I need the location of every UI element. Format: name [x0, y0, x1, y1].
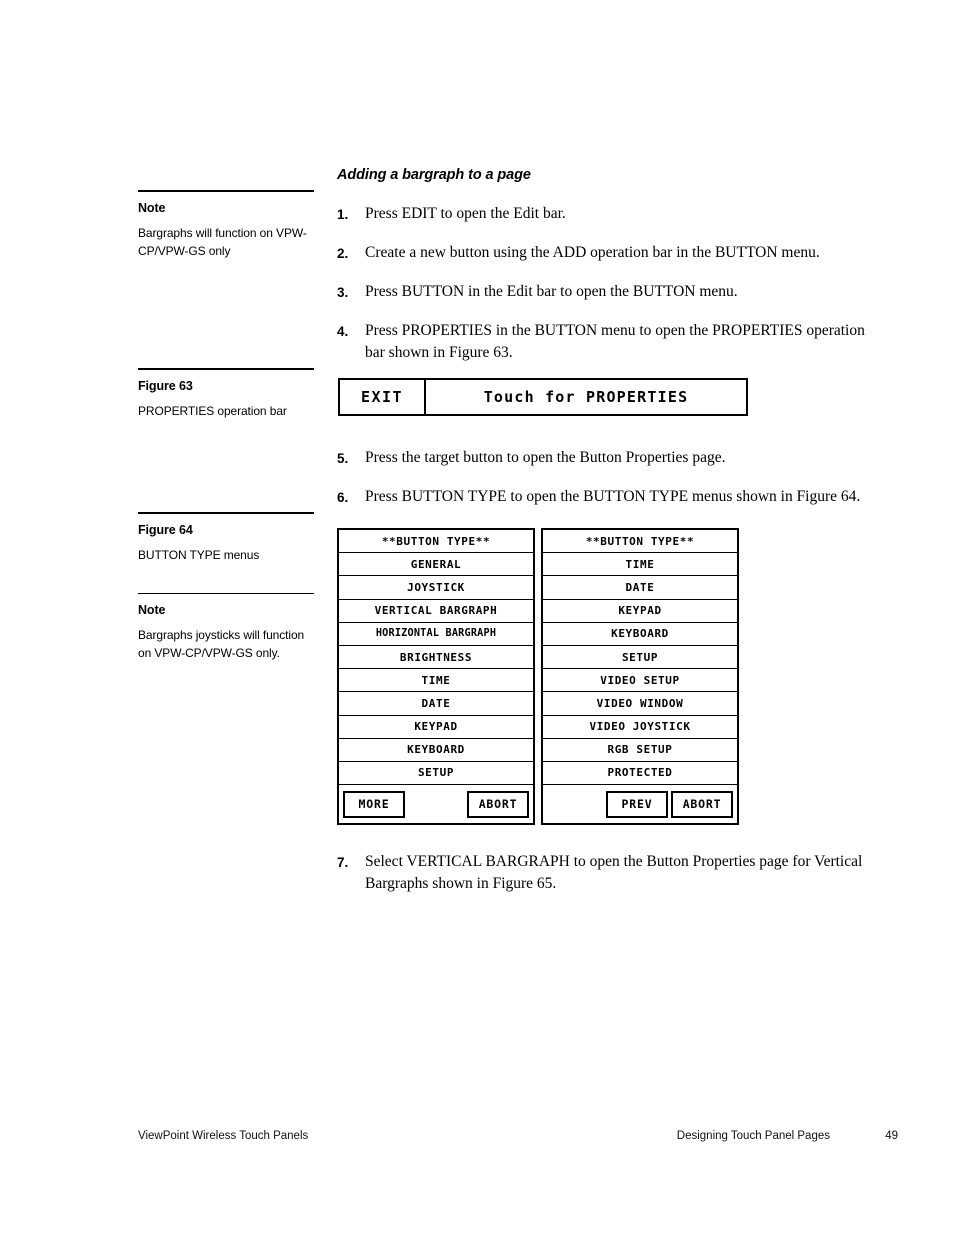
step-text: Press BUTTON TYPE to open the BUTTON TYP…	[365, 488, 861, 505]
step-item: 5. Press the target button to open the B…	[337, 447, 882, 470]
step-number: 4.	[337, 324, 349, 339]
menu-item-setup[interactable]: SETUP	[543, 646, 737, 670]
menu-footer-bar: PREV ABORT	[543, 785, 737, 823]
more-button[interactable]: MORE	[343, 790, 405, 818]
step-item: 4. Press PROPERTIES in the BUTTON menu t…	[337, 320, 882, 364]
menu-item-time[interactable]: TIME	[543, 553, 737, 577]
button-type-menu-page-2: **BUTTON TYPE** TIME DATE KEYPAD KEYBOAR…	[541, 528, 739, 825]
sidebar-note-2: Note Bargraphs joysticks will function o…	[138, 593, 314, 662]
step-number: 5.	[337, 451, 349, 466]
menu-item-vertical-bargraph[interactable]: VERTICAL BARGRAPH	[339, 600, 533, 623]
menu-item-brightness[interactable]: BRIGHTNESS	[339, 646, 533, 670]
prev-button[interactable]: PREV	[606, 790, 668, 818]
menu-item-video-window[interactable]: VIDEO WINDOW	[543, 692, 737, 716]
divider-rule	[138, 512, 314, 514]
section-heading: Adding a bargraph to a page	[337, 167, 531, 183]
footer-chapter-title: Designing Touch Panel Pages	[676, 1130, 830, 1142]
sidebar-figure-63-caption: Figure 63 PROPERTIES operation bar	[138, 368, 314, 421]
note-1-text: Bargraphs will function on VPW-CP/VPW-GS…	[138, 226, 307, 258]
menu-header: **BUTTON TYPE**	[339, 530, 533, 554]
button-type-menu-page-1: **BUTTON TYPE** GENERAL JOYSTICK VERTICA…	[337, 528, 535, 825]
sidebar-figure-64-caption: Figure 64 BUTTON TYPE menus	[138, 512, 314, 565]
page-footer: ViewPoint Wireless Touch Panels Designin…	[138, 1130, 898, 1142]
figure-63-title: Figure 63	[138, 379, 193, 393]
menu-item-protected[interactable]: PROTECTED	[543, 762, 737, 786]
step-number: 1.	[337, 207, 349, 222]
note-2-title: Note	[138, 603, 166, 617]
procedure-step-7: 7. Select VERTICAL BARGRAPH to open the …	[337, 851, 882, 895]
step-text: Press BUTTON in the Edit bar to open the…	[365, 283, 738, 300]
figure-64-title: Figure 64	[138, 523, 193, 537]
procedure-steps-1-4: 1. Press EDIT to open the Edit bar. 2. C…	[337, 203, 882, 364]
menu-item-joystick[interactable]: JOYSTICK	[339, 576, 533, 600]
step-item: 2. Create a new button using the ADD ope…	[337, 242, 882, 265]
properties-operation-bar: EXIT Touch for PROPERTIES	[338, 378, 748, 416]
touch-for-properties-label[interactable]: Touch for PROPERTIES	[426, 380, 746, 414]
abort-button[interactable]: ABORT	[671, 790, 733, 818]
exit-button[interactable]: EXIT	[340, 380, 426, 414]
menu-item-date[interactable]: DATE	[543, 576, 737, 600]
menu-header: **BUTTON TYPE**	[543, 530, 737, 554]
button-type-menus-figure: **BUTTON TYPE** GENERAL JOYSTICK VERTICA…	[337, 528, 739, 825]
step-text: Press the target button to open the Butt…	[365, 449, 726, 466]
figure-64-caption: BUTTON TYPE menus	[138, 548, 260, 562]
procedure-steps-5-6: 5. Press the target button to open the B…	[337, 447, 882, 509]
menu-item-date[interactable]: DATE	[339, 692, 533, 716]
footer-manual-title: ViewPoint Wireless Touch Panels	[138, 1130, 309, 1142]
step-number: 2.	[337, 246, 349, 261]
menu-item-keyboard[interactable]: KEYBOARD	[543, 623, 737, 646]
sidebar-note-1: Note Bargraphs will function on VPW-CP/V…	[138, 190, 314, 260]
menu-item-video-joystick[interactable]: VIDEO JOYSTICK	[543, 716, 737, 739]
note-1-title: Note	[138, 201, 166, 215]
divider-rule	[138, 593, 314, 594]
step-number: 6.	[337, 490, 349, 505]
divider-rule	[138, 368, 314, 370]
menu-item-horizontal-bargraph[interactable]: HORIZONTAL BARGRAPH	[339, 623, 533, 646]
menu-item-general[interactable]: GENERAL	[339, 553, 533, 577]
step-item: 7. Select VERTICAL BARGRAPH to open the …	[337, 851, 882, 895]
menu-item-setup[interactable]: SETUP	[339, 762, 533, 786]
menu-footer-bar: MORE ABORT	[339, 785, 533, 823]
abort-button[interactable]: ABORT	[467, 790, 529, 818]
menu-item-rgb-setup[interactable]: RGB SETUP	[543, 739, 737, 762]
step-text: Select VERTICAL BARGRAPH to open the But…	[365, 853, 863, 892]
menu-item-keyboard[interactable]: KEYBOARD	[339, 739, 533, 762]
step-item: 6. Press BUTTON TYPE to open the BUTTON …	[337, 486, 882, 509]
divider-rule	[138, 190, 314, 192]
step-number: 7.	[337, 855, 349, 870]
step-number: 3.	[337, 285, 349, 300]
footer-page-number: 49	[885, 1130, 898, 1142]
menu-item-keypad[interactable]: KEYPAD	[339, 716, 533, 739]
step-text: Press PROPERTIES in the BUTTON menu to o…	[365, 322, 865, 361]
step-item: 1. Press EDIT to open the Edit bar.	[337, 203, 882, 226]
note-2-text: Bargraphs joysticks will function on VPW…	[138, 628, 305, 660]
menu-item-keypad[interactable]: KEYPAD	[543, 600, 737, 623]
step-text: Create a new button using the ADD operat…	[365, 244, 820, 261]
figure-63-caption: PROPERTIES operation bar	[138, 404, 287, 418]
step-item: 3. Press BUTTON in the Edit bar to open …	[337, 281, 882, 304]
menu-item-time[interactable]: TIME	[339, 669, 533, 693]
step-text: Press EDIT to open the Edit bar.	[365, 205, 566, 222]
menu-item-video-setup[interactable]: VIDEO SETUP	[543, 669, 737, 693]
